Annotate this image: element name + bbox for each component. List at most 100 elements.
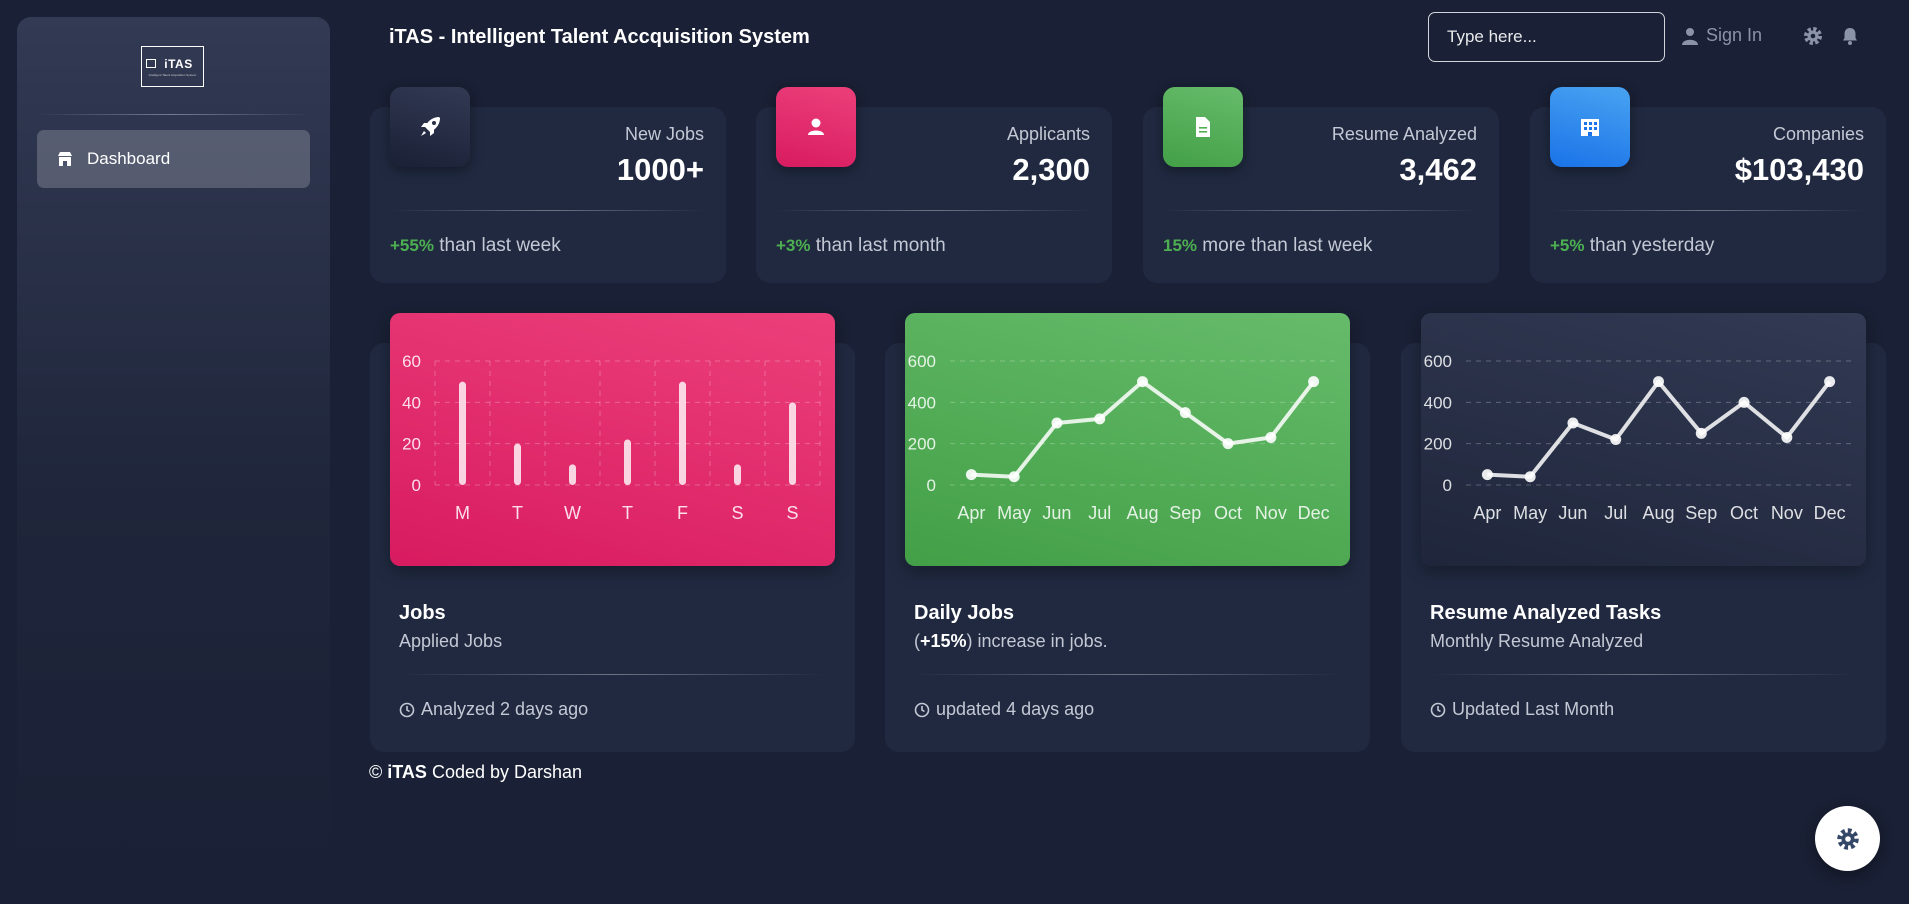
data-point	[1781, 431, 1793, 443]
x-tick-label: Jul	[1088, 503, 1111, 523]
bar	[569, 464, 576, 485]
data-point	[1094, 413, 1106, 425]
chart-footer: updated 4 days ago	[914, 699, 1094, 720]
chart-footer-text: updated 4 days ago	[936, 699, 1095, 719]
x-tick-label: W	[564, 503, 581, 523]
sidebar-item-label: Dashboard	[87, 149, 171, 168]
x-tick-label: T	[622, 503, 633, 523]
chart-card-jobs: 0 20 40 60 M T W T F S S Jobs Applied Jobs Analyze…	[370, 313, 855, 752]
stat-card-applicants: Applicants 2,300 +3% than last month	[756, 87, 1112, 283]
chart-card-daily-jobs: 0 200 400 600 Apr May Jun Jul Aug Sep Oct Nov Dec Da…	[885, 313, 1370, 752]
stat-card-resume-analyzed: Resume Analyzed 3,462 15% more than last…	[1143, 87, 1499, 283]
y-tick-label: 400	[908, 393, 936, 412]
data-point	[1481, 469, 1493, 481]
stat-divider	[1163, 210, 1479, 211]
stat-footer-text: more than last week	[1197, 235, 1373, 256]
stat-footer: 15% more than last week	[1163, 235, 1372, 257]
building-icon	[1581, 119, 1599, 136]
x-tick-label: Jun	[1042, 503, 1071, 523]
x-tick-label: Nov	[1771, 503, 1803, 523]
sidebar-item-dashboard[interactable]: Dashboard	[37, 130, 310, 188]
logo[interactable]: iTAS Intelligent Talent Acquisition Syst…	[141, 46, 204, 87]
x-tick-label: Sep	[1685, 503, 1717, 523]
sign-in-link[interactable]: Sign In	[1682, 25, 1762, 46]
footer-brand[interactable]: iTAS	[387, 762, 427, 782]
y-tick-label: 0	[1443, 476, 1452, 495]
x-tick-label: Jul	[1604, 503, 1627, 523]
document-icon	[1196, 117, 1210, 137]
data-point	[1179, 407, 1191, 419]
chart-title: Daily Jobs	[914, 602, 1015, 624]
stat-footer: +5% than yesterday	[1550, 235, 1714, 257]
chart-footer-text: Updated Last Month	[1452, 699, 1615, 719]
stat-change: 15%	[1163, 236, 1198, 255]
series-line	[971, 379, 1316, 479]
footer-text: Coded by Darshan	[426, 762, 583, 782]
person-icon	[808, 118, 824, 135]
footer-copyright: ©	[369, 762, 388, 782]
sidebar: iTAS Intelligent Talent Acquisition Syst…	[17, 17, 330, 887]
x-tick-label: Aug	[1126, 503, 1158, 523]
bar	[459, 381, 466, 485]
x-tick-label: M	[455, 503, 470, 523]
bar	[624, 439, 631, 485]
x-tick-label: Apr	[1473, 503, 1501, 523]
chart-daily-jobs: 0 200 400 600 Apr May Jun Jul Aug Sep Oct Nov Dec	[905, 313, 1350, 566]
data-point	[1610, 434, 1622, 446]
x-tick-label: S	[786, 503, 798, 523]
chart-title: Jobs	[399, 602, 446, 624]
stat-footer-text: than last week	[433, 235, 561, 256]
bar	[789, 402, 796, 485]
data-point	[1567, 417, 1579, 429]
stat-icon-box	[1550, 87, 1630, 167]
clock-icon	[914, 702, 930, 717]
shop-icon	[58, 152, 72, 166]
chart-subtitle: Monthly Resume Analyzed	[1430, 631, 1644, 651]
rocket-icon	[421, 117, 440, 136]
stat-footer-text: than last month	[810, 235, 946, 256]
x-tick-label: Jun	[1558, 503, 1587, 523]
stat-card-companies: Companies $103,430 +5% than yesterday	[1530, 87, 1886, 283]
sign-in-label: Sign In	[1706, 25, 1763, 45]
chart-card-resume-tasks: 0 200 400 600 Apr May Jun Jul Aug Sep Oct Nov Dec Re…	[1401, 313, 1886, 752]
chart-subtitle: (+15%) increase in jobs.	[914, 631, 1108, 652]
stat-value: $103,430	[1734, 152, 1864, 187]
data-point	[965, 469, 977, 481]
data-point	[1308, 376, 1320, 388]
stat-change: +3%	[776, 236, 811, 255]
chart-divider	[399, 674, 826, 675]
x-tick-label: T	[512, 503, 523, 523]
stat-label: Resume Analyzed	[1331, 124, 1477, 144]
bar	[514, 443, 521, 485]
jobs-bar-chart: 0 20 40 60 M T W T F S S	[402, 352, 821, 523]
x-tick-label: F	[677, 503, 688, 523]
chart-footer: Updated Last Month	[1430, 699, 1614, 720]
gear-icon[interactable]	[1803, 26, 1823, 46]
search-input[interactable]	[1428, 12, 1665, 62]
x-tick-label: Oct	[1730, 503, 1758, 523]
y-tick-label: 0	[927, 476, 936, 495]
chart-jobs: 0 20 40 60 M T W T F S S	[390, 313, 835, 566]
data-point	[1653, 376, 1664, 388]
settings-fab-button[interactable]	[1815, 806, 1880, 871]
resume-tasks-line-chart: 0 200 400 600 Apr May Jun Jul Aug Sep Oct Nov Dec	[1424, 352, 1851, 523]
series-line	[1487, 379, 1832, 479]
subtitle-pct: +15%	[920, 631, 967, 651]
bar	[734, 464, 741, 485]
stat-label: Companies	[1772, 124, 1864, 144]
sidebar-divider	[37, 114, 310, 115]
stat-value: 2,300	[1012, 152, 1090, 187]
x-tick-label: Dec	[1298, 503, 1330, 523]
bell-icon[interactable]	[1840, 26, 1860, 46]
stat-divider	[390, 210, 706, 211]
y-tick-label: 600	[1424, 352, 1452, 371]
gear-icon	[1836, 827, 1859, 850]
x-tick-label: Dec	[1814, 503, 1846, 523]
chart-divider	[1430, 674, 1857, 675]
stat-footer-text: than yesterday	[1584, 235, 1715, 256]
data-point	[1137, 376, 1148, 388]
stat-icon-box	[390, 87, 470, 167]
y-tick-label: 60	[402, 352, 421, 371]
x-tick-label: Apr	[957, 503, 985, 523]
chart-divider	[914, 674, 1341, 675]
